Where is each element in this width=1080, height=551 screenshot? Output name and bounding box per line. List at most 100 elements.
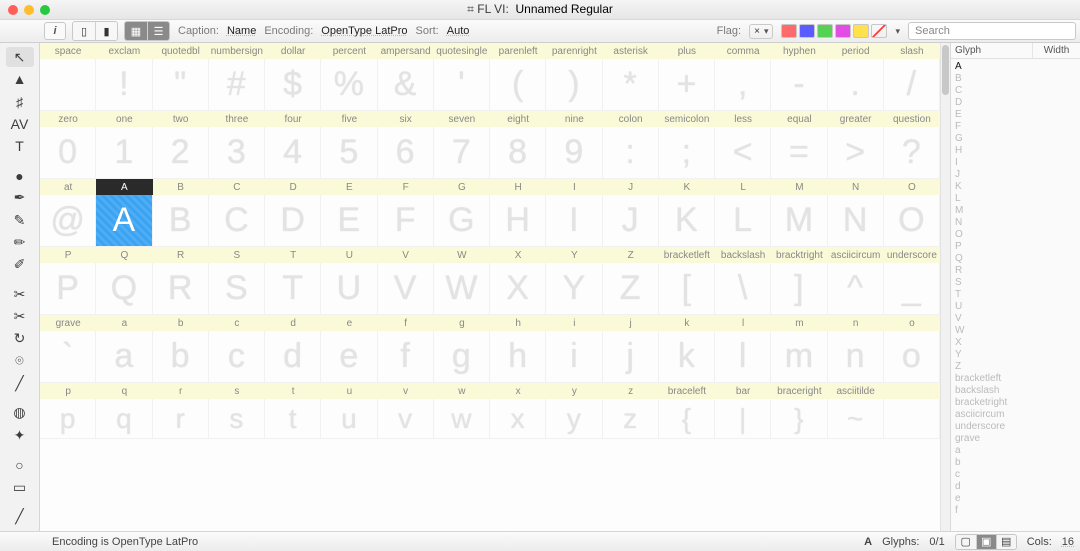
glyph-label[interactable]: g bbox=[434, 315, 490, 331]
glyph-cell[interactable]: ~ bbox=[828, 399, 884, 439]
glyph-cell[interactable]: { bbox=[659, 399, 715, 439]
glyph-label[interactable]: e bbox=[321, 315, 377, 331]
glyph-list-item[interactable]: C bbox=[955, 85, 1076, 97]
glyph-cell[interactable]: L bbox=[715, 195, 771, 247]
glyph-label[interactable]: C bbox=[209, 179, 265, 195]
glyph-label[interactable]: r bbox=[153, 383, 209, 399]
glyph-list-item[interactable]: F bbox=[955, 121, 1076, 133]
glyph-cell[interactable]: " bbox=[153, 59, 209, 111]
glyph-label[interactable]: p bbox=[40, 383, 96, 399]
glyph-label[interactable]: six bbox=[378, 111, 434, 127]
glyph-label[interactable]: v bbox=[378, 383, 434, 399]
glyph-label[interactable]: L bbox=[715, 179, 771, 195]
glyph-cell[interactable]: 8 bbox=[490, 127, 546, 179]
glyph-label[interactable]: nine bbox=[546, 111, 602, 127]
glyph-label[interactable]: S bbox=[209, 247, 265, 263]
glyph-cell[interactable]: % bbox=[321, 59, 377, 111]
panel-layout-segment[interactable]: ▯ ▮ bbox=[72, 21, 118, 41]
glyph-cell[interactable]: Z bbox=[603, 263, 659, 315]
width-col-header[interactable]: Width bbox=[1032, 43, 1080, 58]
glyph-label[interactable]: semicolon bbox=[659, 111, 715, 127]
glyph-label[interactable]: G bbox=[434, 179, 490, 195]
glyph-label[interactable]: x bbox=[490, 383, 546, 399]
glyph-cell[interactable]: P bbox=[40, 263, 96, 315]
glyph-cell[interactable]: [ bbox=[659, 263, 715, 315]
glyph-cell[interactable]: J bbox=[603, 195, 659, 247]
glyph-list-item[interactable]: a bbox=[955, 445, 1076, 457]
guides-tool[interactable]: ♯ bbox=[6, 91, 34, 111]
encoding-value[interactable]: OpenType LatPro bbox=[321, 25, 407, 37]
glyph-label[interactable]: B bbox=[153, 179, 209, 195]
glyph-label[interactable]: b bbox=[153, 315, 209, 331]
glyph-cell[interactable]: @ bbox=[40, 195, 96, 247]
glyph-label[interactable]: Q bbox=[96, 247, 152, 263]
knife-tool[interactable]: ✂ bbox=[6, 284, 34, 304]
fill-tool[interactable]: ◍ bbox=[6, 403, 34, 423]
glyph-label[interactable]: less bbox=[715, 111, 771, 127]
glyph-cell[interactable]: u bbox=[321, 399, 377, 439]
status-view-c[interactable]: ▤ bbox=[996, 535, 1016, 549]
glyph-cell[interactable]: B bbox=[153, 195, 209, 247]
glyph-cell[interactable]: q bbox=[96, 399, 152, 439]
glyph-cell[interactable]: s bbox=[209, 399, 265, 439]
glyph-cell[interactable]: & bbox=[378, 59, 434, 111]
glyph-label[interactable]: q bbox=[96, 383, 152, 399]
status-view-segment[interactable]: ▢ ▣ ▤ bbox=[955, 534, 1017, 550]
glyph-cell[interactable]: d bbox=[265, 331, 321, 383]
glyph-label[interactable]: t bbox=[265, 383, 321, 399]
glyph-cell[interactable]: R bbox=[153, 263, 209, 315]
glyph-cell[interactable]: $ bbox=[265, 59, 321, 111]
glyph-label[interactable]: grave bbox=[40, 315, 96, 331]
pencil-tool[interactable]: ✏ bbox=[6, 232, 34, 252]
glyph-cell[interactable]: 5 bbox=[321, 127, 377, 179]
glyph-cell[interactable] bbox=[884, 399, 940, 439]
glyph-label[interactable]: ampersand bbox=[378, 43, 434, 59]
glyph-list-item[interactable]: I bbox=[955, 157, 1076, 169]
glyph-label[interactable]: four bbox=[265, 111, 321, 127]
glyph-label[interactable]: w bbox=[434, 383, 490, 399]
glyph-cell[interactable]: 4 bbox=[265, 127, 321, 179]
glyph-cell[interactable]: > bbox=[828, 127, 884, 179]
glyph-label[interactable]: h bbox=[490, 315, 546, 331]
glyph-cell[interactable]: X bbox=[490, 263, 546, 315]
paint-tool[interactable]: ✦ bbox=[6, 425, 34, 445]
glyph-cell[interactable]: ' bbox=[434, 59, 490, 111]
glyph-label[interactable]: colon bbox=[603, 111, 659, 127]
status-cols-value[interactable]: 16 bbox=[1062, 536, 1074, 548]
glyph-label[interactable]: at bbox=[40, 179, 96, 195]
status-view-b[interactable]: ▣ bbox=[976, 535, 996, 549]
glyph-list-item[interactable]: G bbox=[955, 133, 1076, 145]
glyph-label[interactable]: F bbox=[378, 179, 434, 195]
glyph-label[interactable]: bracketleft bbox=[659, 247, 715, 263]
glyph-label[interactable]: O bbox=[884, 179, 940, 195]
search-input[interactable]: Search bbox=[908, 22, 1076, 40]
glyph-label[interactable]: three bbox=[209, 111, 265, 127]
glyph-cell[interactable]: - bbox=[771, 59, 827, 111]
glyph-label[interactable]: U bbox=[321, 247, 377, 263]
glyph-cell[interactable]: M bbox=[771, 195, 827, 247]
panel-right-icon[interactable]: ▮ bbox=[95, 22, 117, 40]
glyph-label[interactable]: E bbox=[321, 179, 377, 195]
glyph-cell[interactable]: N bbox=[828, 195, 884, 247]
glyph-cell[interactable]: w bbox=[434, 399, 490, 439]
glyph-label[interactable]: two bbox=[153, 111, 209, 127]
glyph-label[interactable]: H bbox=[490, 179, 546, 195]
sort-value[interactable]: Auto bbox=[447, 25, 470, 37]
glyph-label[interactable]: i bbox=[546, 315, 602, 331]
glyph-cell[interactable]: 7 bbox=[434, 127, 490, 179]
glyph-cell[interactable]: ^ bbox=[828, 263, 884, 315]
glyph-cell[interactable]: i bbox=[546, 331, 602, 383]
glyph-list-item[interactable]: B bbox=[955, 73, 1076, 85]
magnet-tool[interactable]: ⌾ bbox=[6, 351, 34, 371]
close-window[interactable] bbox=[8, 5, 18, 15]
glyph-cell[interactable]: r bbox=[153, 399, 209, 439]
glyph-cell[interactable]: ( bbox=[490, 59, 546, 111]
glyph-cell[interactable]: j bbox=[603, 331, 659, 383]
rect-tool[interactable]: ▭ bbox=[6, 477, 34, 497]
glyph-label[interactable]: y bbox=[546, 383, 602, 399]
metrics-tool[interactable]: AV bbox=[6, 114, 34, 134]
glyph-cell[interactable]: A bbox=[96, 195, 152, 247]
glyph-list-item[interactable]: X bbox=[955, 337, 1076, 349]
glyph-list-item[interactable]: asciicircum bbox=[955, 409, 1076, 421]
glyph-list-item[interactable]: M bbox=[955, 205, 1076, 217]
